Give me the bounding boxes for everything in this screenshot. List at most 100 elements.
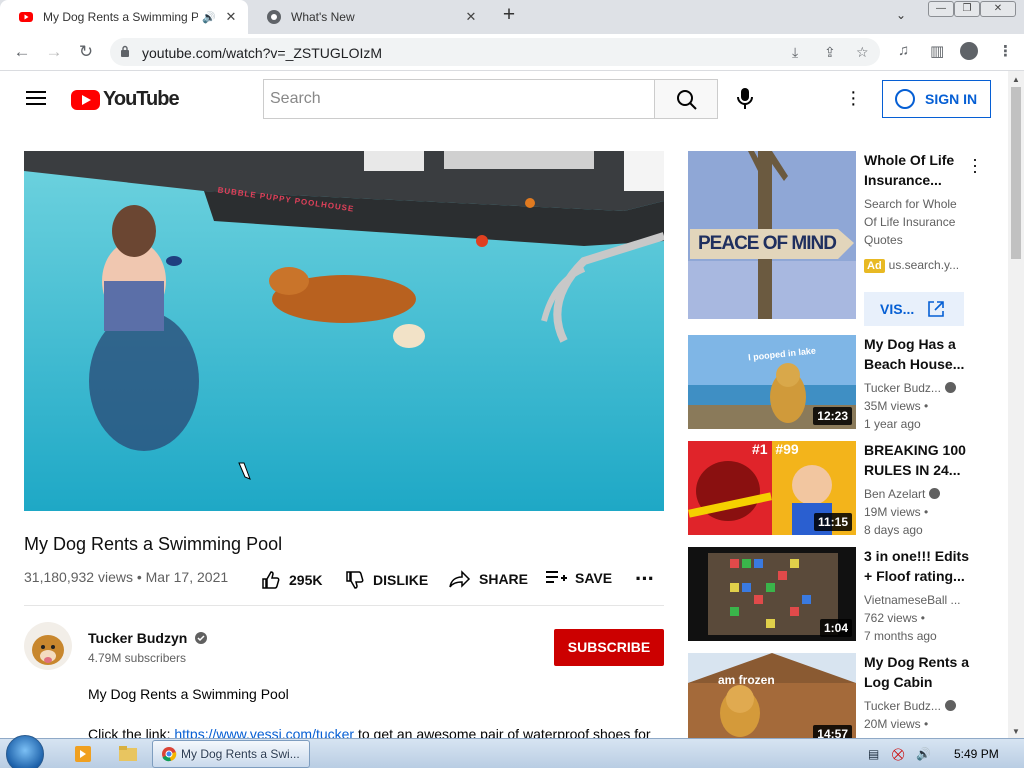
account-icon	[895, 89, 915, 109]
ad-desc-2: Of Life Insurance	[864, 215, 956, 229]
scroll-up-arrow-icon[interactable]: ▲	[1012, 75, 1020, 84]
dislike-button[interactable]: DISLIKE	[345, 570, 428, 590]
channel-avatar[interactable]	[24, 622, 72, 670]
rec-channel-3[interactable]: VietnameseBall ...	[864, 593, 961, 607]
start-button[interactable]	[6, 735, 44, 768]
url-text[interactable]: youtube.com/watch?v=_ZSTUGLOIzM	[142, 45, 382, 61]
duration-badge: 11:15	[813, 513, 852, 531]
rec-title-4[interactable]: My Dog Rents a Log Cabin	[864, 652, 974, 692]
sign-in-button[interactable]: SIGN IN	[882, 80, 991, 118]
rec-title-1[interactable]: My Dog Has a Beach House...	[864, 334, 974, 374]
minimize-button[interactable]: —	[928, 1, 954, 17]
channel-name[interactable]: Tucker Budzyn	[88, 630, 208, 646]
chrome-taskbar-button[interactable]: My Dog Rents a Swi...	[152, 740, 310, 768]
ad-more-icon[interactable]: · · ·	[972, 150, 978, 180]
explorer-taskbar-icon[interactable]	[110, 742, 146, 766]
rec-title-3[interactable]: 3 in one!!! Edits + Floof rating...	[864, 546, 974, 586]
rec-channel-4[interactable]: Tucker Budz...	[864, 699, 956, 713]
ad-thumbnail[interactable]: PEACE OF MIND	[688, 151, 856, 319]
search-input[interactable]: Search	[263, 79, 655, 119]
sign-in-label: SIGN IN	[925, 91, 978, 107]
profile-avatar-icon[interactable]	[960, 42, 978, 60]
side-panel-icon[interactable]: ▥	[930, 42, 944, 60]
address-bar[interactable]: youtube.com/watch?v=_ZSTUGLOIzM ⤓ ⇪ ☆	[110, 38, 880, 66]
subscribe-button[interactable]: SUBSCRIBE	[554, 629, 664, 666]
install-icon[interactable]: ⤓	[792, 44, 798, 61]
rec-thumbnail-2[interactable]: #1 #99 11:15	[688, 441, 856, 535]
network-icon[interactable]: ▤	[868, 747, 879, 761]
visit-label: VIS...	[880, 301, 915, 317]
restore-button[interactable]: ❐	[954, 1, 980, 17]
verified-check-icon	[929, 488, 941, 499]
duration-badge: 1:04	[819, 619, 852, 637]
search-button[interactable]	[654, 79, 718, 119]
rec-views-1: 35M views •	[864, 399, 929, 413]
settings-more-icon[interactable]: · · ·	[850, 82, 858, 114]
visit-button[interactable]: VIS...	[864, 292, 964, 326]
bookmark-star-icon[interactable]: ☆	[856, 44, 869, 61]
chrome-taskbar-label: My Dog Rents a Swi...	[181, 747, 300, 761]
close-tab-icon[interactable]: ✕	[220, 9, 242, 25]
rec-thumbnail-4[interactable]: am frozen 14:57	[688, 653, 856, 747]
tab-search-chevron-icon[interactable]: ⌄	[896, 8, 906, 22]
subscriber-count: 4.79M subscribers	[88, 651, 187, 665]
rec-thumbnail-1[interactable]: I pooped in lake 12:23	[688, 335, 856, 429]
rec-age-1: 1 year ago	[864, 417, 921, 431]
tab-title: What's New	[291, 10, 355, 24]
speaker-icon[interactable]: 🔊	[202, 11, 216, 24]
hamburger-menu-icon[interactable]	[26, 91, 46, 105]
rec-title-4-line-1: My Dog Rents a	[864, 654, 970, 670]
share-icon[interactable]: ⇪	[824, 44, 836, 61]
ad-thumb-text: PEACE OF MIND	[698, 233, 837, 254]
ad-desc-1: Search for Whole	[864, 197, 957, 211]
dog-avatar-image	[24, 622, 72, 670]
chrome-favicon-icon	[267, 10, 281, 24]
back-arrow-icon[interactable]: ←	[11, 42, 33, 62]
verified-check-icon	[944, 382, 956, 393]
external-link-icon	[928, 301, 944, 317]
media-player-taskbar-icon[interactable]	[64, 742, 100, 766]
clock[interactable]: 5:49 PM	[954, 747, 999, 761]
youtube-logo[interactable]: YouTube	[71, 88, 180, 111]
video-player[interactable]: BUBBLE PUPPY POOLHOUSE	[24, 151, 664, 511]
channel-name-text[interactable]: Tucker Budzyn	[88, 630, 187, 646]
tab-whats-new[interactable]: What's New ✕	[248, 0, 488, 34]
new-tab-button[interactable]: +	[498, 4, 520, 27]
close-tab-icon[interactable]: ✕	[460, 9, 482, 25]
rec-title-2[interactable]: BREAKING 100 RULES IN 24...	[864, 440, 974, 480]
rec-channel-2[interactable]: Ben Azelart	[864, 487, 941, 501]
rec-title-3-line-1: 3 in one!!! Edits	[864, 548, 969, 564]
description-line-1: My Dog Rents a Swimming Pool	[88, 686, 289, 702]
search-icon	[677, 90, 697, 110]
video-title: My Dog Rents a Swimming Pool	[24, 534, 283, 554]
screen: { "browser": { "tabs": [ {"title": "My D…	[0, 0, 1024, 768]
chrome-menu-icon[interactable]: ⋮	[998, 42, 1013, 60]
forward-arrow-icon[interactable]: →	[43, 42, 65, 62]
rec-overlay-4: am frozen	[718, 673, 775, 687]
like-button[interactable]: 295K	[261, 570, 322, 590]
rec-age-2: 8 days ago	[864, 523, 923, 537]
media-control-icon[interactable]: ♫	[898, 42, 909, 59]
ad-title[interactable]: Whole Of Life Insurance...	[864, 150, 974, 190]
ad-desc-3: Quotes	[864, 233, 903, 247]
close-window-button[interactable]: ✕	[980, 1, 1016, 17]
lock-icon[interactable]	[120, 45, 130, 57]
like-count: 295K	[289, 572, 323, 588]
scroll-thumb[interactable]	[1011, 87, 1021, 259]
volume-icon[interactable]: 🔊	[916, 747, 931, 761]
rec-channel-1[interactable]: Tucker Budz...	[864, 381, 956, 395]
save-button[interactable]: SAVE	[545, 570, 612, 586]
microphone-icon[interactable]	[735, 87, 755, 111]
tab-youtube[interactable]: My Dog Rents a Swimming P 🔊 ✕	[0, 0, 248, 34]
share-button[interactable]: SHARE	[449, 570, 528, 588]
ad-badge: Ad	[864, 259, 885, 273]
more-actions-icon[interactable]: ···	[635, 566, 655, 592]
reload-icon[interactable]: ↻	[75, 42, 97, 62]
playlist-add-icon	[546, 571, 567, 583]
security-alert-icon[interactable]: ⛒	[892, 747, 904, 762]
rec-thumbnail-3[interactable]: 1:04	[688, 547, 856, 641]
ad-source: Ad us.search.y...	[864, 258, 959, 273]
scroll-down-arrow-icon[interactable]: ▼	[1012, 727, 1020, 736]
page-scrollbar[interactable]: ▲ ▼	[1008, 71, 1024, 738]
rec-title-3-line-2: + Floof rating...	[864, 568, 965, 584]
